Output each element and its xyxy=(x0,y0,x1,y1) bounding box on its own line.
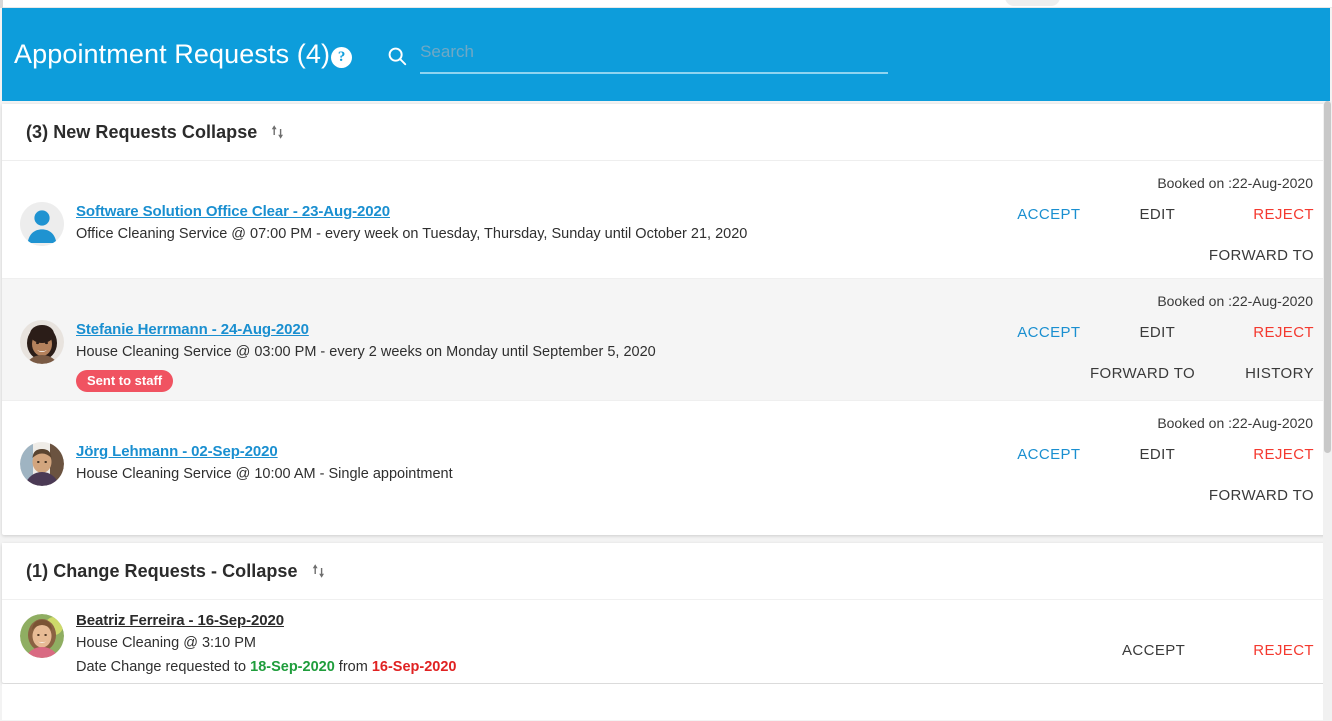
request-title-link[interactable]: Software Solution Office Clear - 23-Aug-… xyxy=(76,203,390,220)
change-request-row: Beatriz Ferreira - 16-Sep-2020 House Cle… xyxy=(2,600,1328,687)
scrollbar-thumb[interactable] xyxy=(1324,101,1331,453)
request-title-link[interactable]: Jörg Lehmann - 02-Sep-2020 xyxy=(76,443,278,460)
photo-avatar-woman-2 xyxy=(20,614,64,658)
old-date: 16-Sep-2020 xyxy=(371,658,457,675)
photo-avatar-woman xyxy=(20,320,64,364)
accept-button[interactable]: ACCEPT xyxy=(1122,642,1185,659)
search-icon[interactable] xyxy=(386,45,408,67)
request-actions: Booked on :22-Aug-2020 ACCEPT EDIT REJEC… xyxy=(914,169,1314,264)
status-badge: Sent to staff xyxy=(76,369,174,392)
request-row: Stefanie Herrmann - 24-Aug-2020 House Cl… xyxy=(2,279,1328,401)
accept-button[interactable]: ACCEPT xyxy=(1017,446,1080,463)
new-requests-section-header[interactable]: (3) New Requests Collapse xyxy=(2,104,1328,161)
photo-avatar-man xyxy=(20,441,64,486)
question-mark-icon[interactable]: ? xyxy=(331,47,353,68)
secondary-action-row: FORWARD TO xyxy=(914,247,1314,264)
reject-button[interactable]: REJECT xyxy=(1253,642,1314,659)
request-row: Software Solution Office Clear - 23-Aug-… xyxy=(2,161,1328,279)
request-subtitle: House Cleaning Service @ 03:00 PM - ever… xyxy=(76,344,656,360)
reject-button[interactable]: REJECT xyxy=(1253,324,1314,341)
secondary-action-row: FORWARD TO xyxy=(914,487,1314,504)
change-request-actions: ACCEPT REJECT xyxy=(1024,612,1314,659)
new-requests-title: (3) New Requests Collapse xyxy=(26,121,258,142)
history-button[interactable]: HISTORY xyxy=(1245,365,1314,382)
new-date: 18-Sep-2020 xyxy=(250,658,335,675)
edit-button[interactable]: EDIT xyxy=(1139,446,1175,463)
request-actions: Booked on :22-Aug-2020 ACCEPT EDIT REJEC… xyxy=(914,287,1314,382)
forward-to-button[interactable]: FORWARD TO xyxy=(1209,247,1314,264)
request-details: Software Solution Office Clear - 23-Aug-… xyxy=(76,169,914,245)
top-cutoff-strip xyxy=(0,0,1332,8)
request-details: Jörg Lehmann - 02-Sep-2020 House Cleanin… xyxy=(76,409,914,485)
request-actions: Booked on :22-Aug-2020 ACCEPT EDIT REJEC… xyxy=(914,409,1314,504)
sort-arrows-icon[interactable] xyxy=(310,561,328,581)
booked-on-label: Booked on :22-Aug-2020 xyxy=(1157,175,1313,191)
customer-name[interactable]: Beatriz Ferreira xyxy=(76,612,185,629)
search-area xyxy=(386,39,889,74)
appointment-requests-page: Appointment Requests (4) ? (3) New Reque… xyxy=(0,0,1332,721)
primary-action-row: ACCEPT EDIT REJECT xyxy=(914,206,1314,223)
request-title-link[interactable]: Stefanie Herrmann - 24-Aug-2020 xyxy=(76,321,309,338)
booked-on-label: Booked on :22-Aug-2020 xyxy=(1157,414,1313,431)
change-requests-card: (1) Change Requests - Collapse Beatriz F… xyxy=(2,543,1328,683)
reject-button[interactable]: REJECT xyxy=(1253,206,1314,223)
appointment-date: - 16-Sep-2020 xyxy=(184,612,285,629)
change-requests-section-header[interactable]: (1) Change Requests - Collapse xyxy=(2,543,1328,600)
secondary-action-row: FORWARD TO HISTORY xyxy=(914,365,1314,382)
vertical-scrollbar[interactable] xyxy=(1323,101,1332,721)
default-person-avatar xyxy=(20,202,64,246)
date-change-mid: from xyxy=(334,658,372,675)
forward-to-button[interactable]: FORWARD TO xyxy=(1090,365,1195,382)
request-subtitle: Office Cleaning Service @ 07:00 PM - eve… xyxy=(76,226,748,242)
change-request-subtitle: House Cleaning @ 3:10 PM xyxy=(76,635,256,651)
request-subtitle: House Cleaning Service @ 10:00 AM - Sing… xyxy=(76,465,453,482)
accept-button[interactable]: ACCEPT xyxy=(1017,206,1080,223)
edit-button[interactable]: EDIT xyxy=(1139,324,1175,341)
accept-button[interactable]: ACCEPT xyxy=(1017,324,1080,341)
page-bottom-area xyxy=(2,684,1328,720)
date-change-line: Date Change requested to 18-Sep-2020 fro… xyxy=(76,658,1024,678)
change-request-title[interactable]: Beatriz Ferreira - 16-Sep-2020 xyxy=(76,612,284,629)
new-requests-card: (3) New Requests Collapse Software Solut… xyxy=(2,104,1328,535)
primary-action-row: ACCEPT EDIT REJECT xyxy=(914,324,1314,341)
primary-action-row: ACCEPT EDIT REJECT xyxy=(914,446,1314,463)
request-row: Jörg Lehmann - 02-Sep-2020 House Cleanin… xyxy=(2,401,1328,519)
change-request-details: Beatriz Ferreira - 16-Sep-2020 House Cle… xyxy=(76,612,1024,677)
app-header: Appointment Requests (4) ? xyxy=(2,8,1330,101)
reject-button[interactable]: REJECT xyxy=(1253,446,1314,463)
forward-to-button[interactable]: FORWARD TO xyxy=(1209,487,1314,504)
date-change-prefix: Date Change requested to xyxy=(76,658,251,675)
sort-arrows-icon[interactable] xyxy=(269,122,287,142)
cutoff-pill-shape xyxy=(1005,0,1060,6)
top-left-edge xyxy=(0,0,3,8)
search-input[interactable] xyxy=(420,39,889,74)
booked-on-label: Booked on :22-Aug-2020 xyxy=(1157,293,1313,309)
change-requests-title: (1) Change Requests - Collapse xyxy=(26,560,298,581)
request-details: Stefanie Herrmann - 24-Aug-2020 House Cl… xyxy=(76,287,914,392)
edit-button[interactable]: EDIT xyxy=(1139,206,1175,223)
page-title: Appointment Requests (4) xyxy=(14,39,331,69)
